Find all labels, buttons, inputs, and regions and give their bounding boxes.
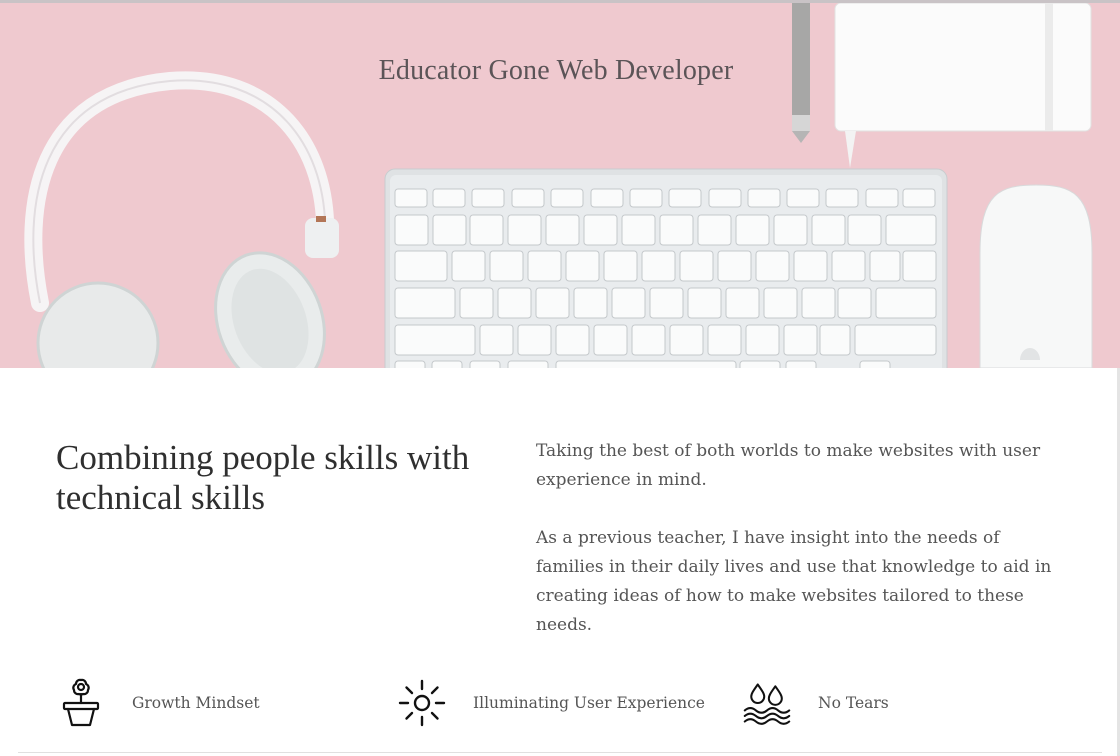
feature-label: Growth Mindset [132,694,260,712]
intro-paragraph-2: As a previous teacher, I have insight in… [536,528,1052,635]
water-drops-icon [742,677,792,729]
feature-label: No Tears [818,694,889,712]
feature-no-tears: No Tears [742,676,889,730]
hero-title: Educator Gone Web Developer [378,55,734,86]
section-heading: Combining people skills with technical s… [56,438,470,517]
flower-pot-icon [56,677,106,729]
intro-paragraph-1: Taking the best of both worlds to make w… [536,441,1041,490]
feature-illuminating-ux: Illuminating User Experience [397,676,705,730]
keyboard-illustration [384,168,948,368]
mouse-illustration [979,184,1093,368]
sun-icon [397,677,447,729]
feature-label: Illuminating User Experience [473,694,705,712]
headphones-illustration [24,71,339,368]
bottom-divider [18,752,1102,753]
hero-banner: Educator Gone Web Developer [0,3,1120,368]
feature-growth-mindset: Growth Mindset [56,676,260,730]
